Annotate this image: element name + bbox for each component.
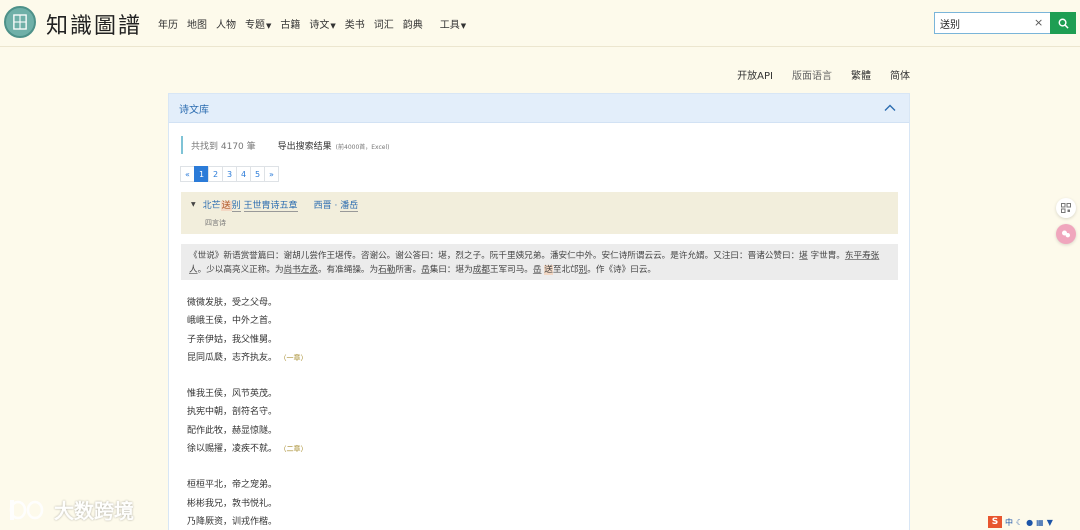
stanza: 惟我王侯，风节英茂。 执宪中朝，剖符名守。 配作此牧，赫显惊隧。 徐以赐擢，凌疾… (187, 385, 308, 458)
pagination-prev[interactable]: « (180, 166, 195, 182)
clear-icon[interactable]: × (1034, 16, 1043, 29)
nav-item-topics[interactable]: 专题▼ (245, 16, 271, 31)
qr-code-icon[interactable] (1056, 198, 1076, 218)
pagination-page-4[interactable]: 4 (236, 166, 251, 182)
poem-text: 微微发肤，受之父母。 峨峨王侯，中外之首。 子亲伊姑，我父惟舅。 昆同瓜瓞，志齐… (187, 294, 308, 530)
site-logo-text[interactable]: 知識圖譜 (46, 8, 142, 40)
nav-item-books[interactable]: 古籍 (280, 16, 300, 31)
language-links: 开放API 版面语言 繁體 简体 (737, 67, 910, 82)
search-input[interactable] (934, 12, 1050, 34)
poem-title[interactable]: 北芒送别 王世胄诗五章 (203, 198, 298, 212)
main-nav: 年历 地图 人物 专题▼ 古籍 诗文▼ 类书 词汇 韵典 工具▼ (158, 16, 466, 31)
poem-preface: 《世说》新语赏誉篇曰：谢胡儿尝作王堪传。咨谢公。谢公答曰：堪，烈之子。阮千里姨兄… (181, 244, 898, 280)
nav-item-encyclopedia[interactable]: 类书 (345, 16, 365, 31)
open-api-link[interactable]: 开放API (737, 67, 773, 82)
stanza-number: （一章） (283, 353, 308, 362)
verse-line: 微微发肤，受之父母。 (187, 298, 278, 308)
share-icon[interactable] (1056, 224, 1076, 244)
watermark: 大数跨境 (8, 495, 134, 524)
panel-title: 诗文库 (179, 104, 209, 116)
verse-line: 配作此牧，赫显惊隧。 (187, 425, 278, 436)
logo-seal-icon[interactable] (4, 6, 36, 38)
ime-keyboard-icon: ▦ (1036, 517, 1044, 527)
result-count: 共找到 4170 筆 (191, 141, 256, 152)
ime-mic-icon: ● (1026, 517, 1034, 527)
nav-item-people[interactable]: 人物 (216, 16, 236, 31)
result-summary: 共找到 4170 筆 导出搜索结果 (前4000首，Excel) (181, 136, 390, 154)
caret-down-icon: ▼ (330, 22, 336, 30)
nav-item-poetry[interactable]: 诗文▼ (309, 16, 335, 31)
poetry-panel: 诗文库 共找到 4170 筆 导出搜索结果 (前4000首，Excel) « 1 … (168, 93, 910, 530)
stanza: 微微发肤，受之父母。 峨峨王侯，中外之首。 子亲伊姑，我父惟舅。 昆同瓜瓞，志齐… (187, 294, 308, 367)
caret-down-icon: ▼ (266, 22, 272, 30)
search-button[interactable] (1050, 12, 1076, 34)
pagination-page-2[interactable]: 2 (208, 166, 223, 182)
person-link[interactable]: 石勒 (378, 265, 395, 275)
search-bar: × (934, 12, 1076, 34)
poem-author[interactable]: 西晋 · 潘岳 (314, 198, 359, 212)
panel-header[interactable]: 诗文库 (169, 94, 909, 123)
layout-language-link[interactable]: 版面语言 (792, 67, 832, 82)
ime-shirt-icon: ▼ (1046, 517, 1053, 527)
verse-line: 桓桓平北，帝之宠弟。 (187, 480, 278, 491)
nav-item-rhyme[interactable]: 韵典 (403, 16, 423, 31)
header: 知識圖譜 年历 地图 人物 专题▼ 古籍 诗文▼ 类书 词汇 韵典 工具▼ × (0, 0, 1080, 47)
chevron-up-icon[interactable] (883, 101, 897, 115)
verse-line: 执宪中朝，剖符名守。 (187, 407, 278, 418)
verse-line: 惟我王侯，风节英茂。 (187, 389, 278, 400)
nav-item-tools[interactable]: 工具▼ (440, 16, 466, 31)
export-note: (前4000首，Excel) (335, 143, 390, 151)
poem-form: 四言诗 (205, 219, 226, 227)
verse-line: 彬彬我兄，敦书悦礼。 (187, 498, 278, 509)
stanza: 桓桓平北，帝之宠弟。 彬彬我兄，敦书悦礼。 乃降厥资，训戎作楷。 (187, 476, 308, 530)
simplified-chinese-link[interactable]: 简体 (890, 67, 910, 82)
pagination-page-3[interactable]: 3 (222, 166, 237, 182)
stanza-number: （二章） (283, 445, 308, 454)
person-link[interactable]: 岳 (533, 265, 542, 275)
verse-line: 峨峨王侯，中外之首。 (187, 316, 278, 327)
ime-moon-icon: ☾ (1016, 517, 1024, 527)
pagination: « 1 2 3 4 5 » (180, 166, 279, 182)
verse-line: 乃降厥资，训戎作楷。 (187, 516, 278, 527)
pagination-page-1[interactable]: 1 (194, 166, 209, 182)
pagination-page-5[interactable]: 5 (250, 166, 265, 182)
ime-toolbar[interactable]: S 中 ☾ ● ▦ ▼ (988, 516, 1078, 528)
ime-mode: 中 (1005, 517, 1013, 527)
verse-line: 徐以赐擢，凌疾不就。 （二章） (187, 444, 308, 455)
caret-down-icon[interactable]: ▼ (191, 201, 196, 208)
nav-item-calendar[interactable]: 年历 (158, 16, 178, 31)
search-icon (1058, 18, 1069, 29)
export-results-link[interactable]: 导出搜索结果 (前4000首，Excel) (278, 139, 390, 152)
word-link[interactable]: 别 (579, 265, 588, 275)
title-link[interactable]: 尚书左丞 (284, 265, 318, 275)
ime-logo-icon: S (988, 516, 1002, 528)
nav-item-map[interactable]: 地图 (187, 16, 207, 31)
person-link[interactable]: 岳 (421, 265, 430, 275)
pagination-next[interactable]: » (264, 166, 279, 182)
traditional-chinese-link[interactable]: 繁體 (851, 67, 871, 82)
nav-item-vocabulary[interactable]: 词汇 (374, 16, 394, 31)
caret-down-icon: ▼ (460, 22, 467, 30)
person-link[interactable]: 堪 (799, 251, 808, 261)
verse-line: 子亲伊姑，我父惟舅。 (187, 334, 278, 345)
poem-title-row[interactable]: ▼ 北芒送别 王世胄诗五章 西晋 · 潘岳 (191, 198, 898, 212)
verse-line: 昆同瓜瓞，志齐执友。 （一章） (187, 352, 308, 363)
watermark-logo-icon (9, 499, 44, 520)
place-link[interactable]: 成都 (473, 265, 490, 275)
poem-header: ▼ 北芒送别 王世胄诗五章 西晋 · 潘岳 四言诗 (181, 192, 898, 234)
